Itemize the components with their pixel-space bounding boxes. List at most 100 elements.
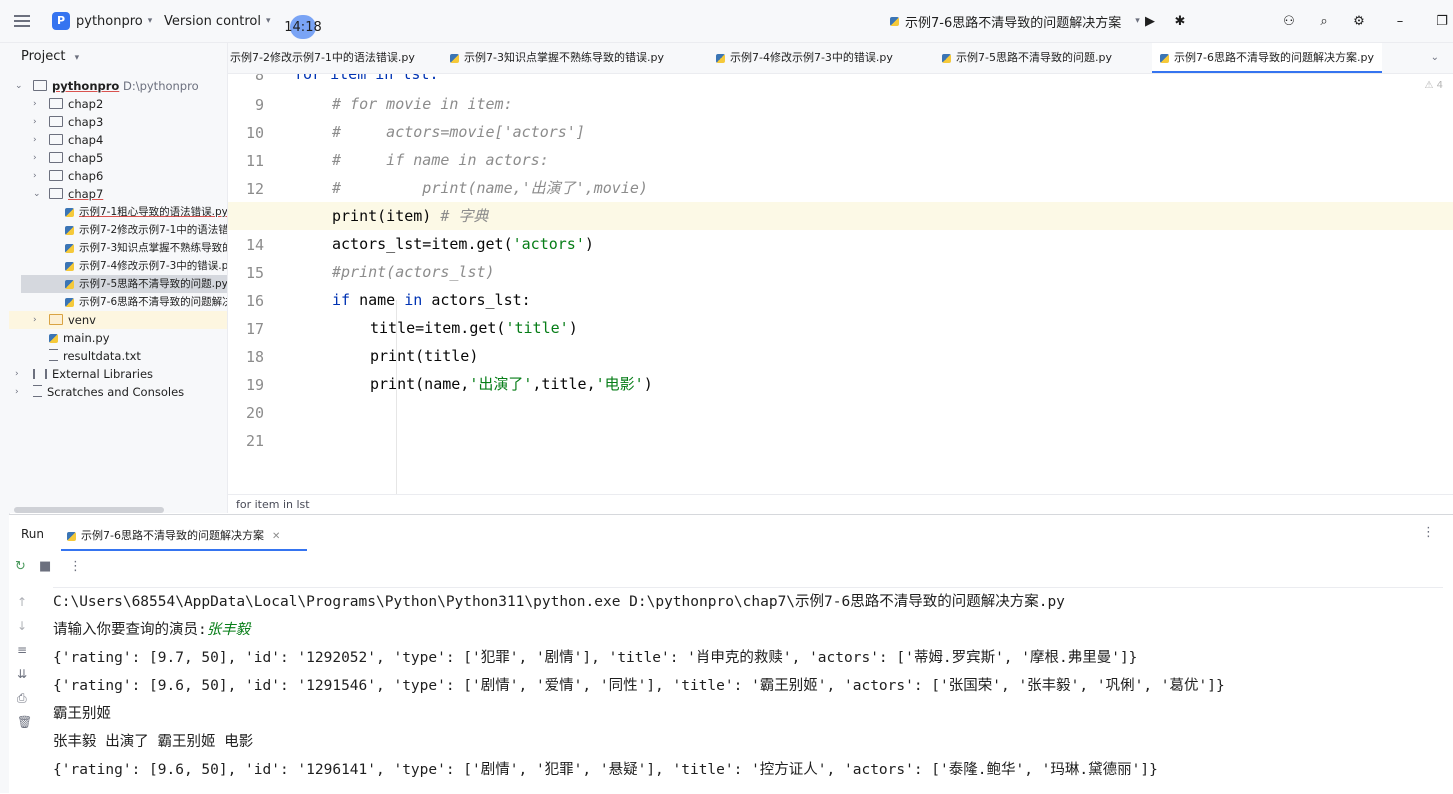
run-icon[interactable]: ▶: [1138, 0, 1162, 42]
gear-icon[interactable]: ⚙: [1347, 0, 1371, 42]
trash-icon[interactable]: 🗑: [17, 715, 32, 729]
run-panel-title: Run: [21, 527, 45, 541]
tree-item-external-libraries[interactable]: › External Libraries: [9, 365, 227, 383]
tree-item-file[interactable]: 示例7-2修改示例7-1中的语法错误.py: [9, 221, 227, 239]
arrow-down-icon[interactable]: ↓: [17, 619, 27, 633]
editor-tab[interactable]: 示例7-2修改示例7-1中的语法错误.py: [230, 43, 440, 73]
scroll-to-end-icon[interactable]: ⇊: [17, 667, 27, 681]
minimize-icon[interactable]: –: [1388, 0, 1412, 42]
add-user-icon[interactable]: ⚇: [1277, 0, 1301, 42]
tree-item-chap5[interactable]: › chap5: [9, 149, 227, 167]
tree-item-chap6[interactable]: › chap6: [9, 167, 227, 185]
python-file-icon: [65, 243, 74, 253]
editor-tab[interactable]: 示例7-5思路不清导致的问题.py: [942, 43, 1112, 73]
chevron-right-icon: ›: [15, 369, 19, 379]
code-line: if name in actors_lst:: [332, 286, 531, 314]
run-header: Run 示例7-6思路不清导致的问题解决方案 ✕ ⋮: [9, 515, 1453, 553]
code-editor[interactable]: 8 9 10 11 12 13 14 15 16 17 18 19 20 21 …: [228, 74, 1453, 494]
line-number: 11: [245, 152, 264, 170]
scratches-icon: [33, 385, 42, 397]
tree-item-main[interactable]: main.py: [9, 329, 227, 347]
project-badge-icon: P: [52, 12, 70, 30]
python-file-icon: [890, 16, 899, 26]
code-text: print(item): [332, 207, 432, 225]
project-horizontal-scrollbar[interactable]: [14, 507, 164, 513]
arrow-up-icon[interactable]: ↑: [17, 595, 27, 609]
maximize-icon[interactable]: ❐: [1430, 0, 1453, 42]
tree-item-label: 示例7-5思路不清导致的问题.py: [79, 278, 227, 290]
tree-item-label: main.py: [63, 331, 110, 345]
run-tab[interactable]: 示例7-6思路不清导致的问题解决方案 ✕: [67, 527, 280, 543]
tree-item-label: Scratches and Consoles: [47, 385, 185, 399]
folder-icon: [49, 314, 63, 325]
code-text: ,title,: [532, 375, 596, 393]
tree-item-label: venv: [68, 313, 96, 327]
more-options-icon[interactable]: ⋮: [1422, 525, 1435, 540]
line-number: 19: [245, 376, 264, 394]
search-icon[interactable]: ⌕: [1312, 0, 1336, 42]
code-text: actors_lst:: [422, 291, 531, 309]
folder-icon: [49, 98, 63, 109]
tab-label: 示例7-6思路不清导致的问题解决方案.py: [1174, 51, 1374, 64]
current-code-line: print(item) # 字典: [228, 202, 1453, 230]
tree-item-file-selected[interactable]: 示例7-5思路不清导致的问题.py: [21, 275, 227, 293]
code-line: print(name,'出演了',title,'电影'): [370, 370, 653, 398]
code-string: 'title': [505, 319, 569, 337]
code-string: 'actors': [512, 235, 585, 253]
debug-icon[interactable]: ✱: [1168, 0, 1192, 42]
warning-indicator[interactable]: ⚠ 4: [1424, 80, 1443, 91]
editor-tab-active[interactable]: 示例7-6思路不清导致的问题解决方案.py: [1152, 43, 1382, 73]
line-number: 20: [245, 404, 264, 422]
console-output[interactable]: C:\Users\68554\AppData\Local\Programs\Py…: [53, 587, 1443, 793]
editor-tab[interactable]: 示例7-3知识点掌握不熟练导致的错误.py: [450, 43, 664, 73]
tree-item-venv[interactable]: › venv: [9, 311, 227, 329]
tree-root[interactable]: ⌄ pythonpro D:\pythonpro: [9, 77, 227, 95]
close-icon[interactable]: ✕: [272, 531, 280, 542]
tree-item-file[interactable]: 示例7-3知识点掌握不熟练导致的错误.py: [9, 239, 227, 257]
editor-tab[interactable]: 示例7-4修改示例7-3中的错误.py: [716, 43, 893, 73]
chevron-right-icon: ›: [33, 315, 37, 325]
line-number: 10: [245, 124, 264, 142]
tree-item-chap2[interactable]: › chap2: [9, 95, 227, 113]
version-control-menu[interactable]: Version control ▾: [164, 0, 271, 42]
folder-icon: [49, 188, 63, 199]
tree-root-name: pythonpro: [52, 79, 120, 93]
tree-item-label: 示例7-4修改示例7-3中的错误.py: [79, 260, 227, 272]
console-line: {'rating': [9.6, 50], 'id': '1291546', '…: [53, 678, 1225, 694]
print-icon[interactable]: ⎙: [17, 691, 27, 706]
breadcrumb[interactable]: for item in lst: [228, 494, 1453, 514]
stop-icon[interactable]: ■: [39, 559, 51, 574]
project-selector[interactable]: P pythonpro ▾: [52, 0, 152, 42]
code-text: ): [584, 235, 594, 253]
tree-item-chap3[interactable]: › chap3: [9, 113, 227, 131]
console-line: 请输入你要查询的演员:张丰毅: [53, 616, 250, 644]
tree-item-resultdata[interactable]: resultdata.txt: [9, 347, 227, 365]
chevron-right-icon: ›: [33, 135, 37, 145]
chevron-down-icon: ▾: [266, 16, 271, 26]
tree-item-scratches[interactable]: › Scratches and Consoles: [9, 383, 227, 401]
tree-item-file[interactable]: 示例7-1粗心导致的语法错误.py: [9, 203, 227, 221]
line-number: 18: [245, 348, 264, 366]
tab-label: 示例7-2修改示例7-1中的语法错误.py: [230, 51, 415, 64]
soft-wrap-icon[interactable]: ≡: [17, 643, 27, 657]
tree-item-chap4[interactable]: › chap4: [9, 131, 227, 149]
python-file-icon: [716, 53, 725, 63]
tree-item-chap7[interactable]: ⌄ chap7: [9, 185, 227, 203]
python-file-icon: [942, 53, 951, 63]
tree-item-file[interactable]: 示例7-4修改示例7-3中的错误.py: [9, 257, 227, 275]
more-options-icon[interactable]: ⋮: [69, 559, 82, 574]
main-menu-icon[interactable]: [14, 0, 38, 42]
tree-item-label: chap2: [68, 97, 104, 111]
project-panel-header[interactable]: Project ▾: [21, 49, 79, 64]
run-tab-label: 示例7-6思路不清导致的问题解决方案: [81, 529, 264, 542]
code-string: '出演了': [469, 375, 533, 393]
tree-item-label: chap3: [68, 115, 104, 129]
tree-item-file[interactable]: 示例7-6思路不清导致的问题解决方案.py: [9, 293, 227, 311]
rerun-icon[interactable]: ↻: [15, 559, 26, 574]
console-prompt: 请输入你要查询的演员:: [53, 622, 207, 638]
code-area[interactable]: for item in lst: # for movie in item: # …: [228, 74, 1453, 494]
run-configuration-selector[interactable]: 示例7-6思路不清导致的问题解决方案 ▾: [890, 0, 1140, 42]
folder-icon: [49, 116, 63, 127]
tabs-dropdown-icon[interactable]: ⌄: [1431, 43, 1439, 73]
code-line: # for movie in item:: [332, 95, 513, 113]
